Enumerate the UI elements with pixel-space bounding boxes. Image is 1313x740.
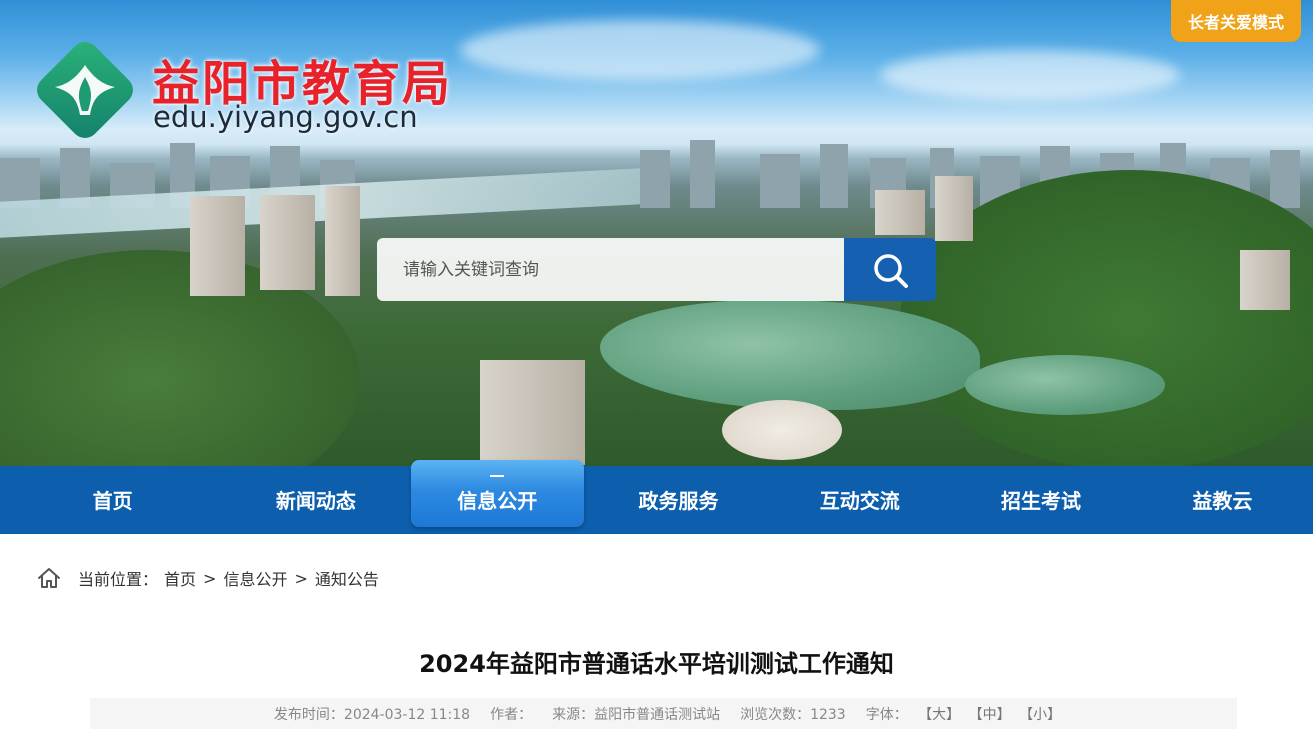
logo-emblem-icon[interactable] (30, 35, 140, 145)
breadcrumb-separator: > (294, 568, 308, 588)
search-input[interactable] (377, 238, 844, 301)
site-domain: edu.yiyang.gov.cn (153, 100, 418, 134)
breadcrumb-link-info-disclosure[interactable]: 信息公开 (223, 566, 287, 590)
plaza-image (722, 400, 842, 460)
article-title: 2024年益阳市普通话水平培训测试工作通知 (419, 650, 894, 678)
nav-item-enrollment[interactable]: 招生考试 (950, 466, 1131, 534)
font-size-small-button[interactable]: 【小】 (1019, 707, 1061, 723)
font-size-medium-button[interactable]: 【中】 (969, 707, 1011, 723)
home-icon[interactable] (36, 565, 62, 591)
font-size-large-button[interactable]: 【大】 (918, 707, 960, 723)
nav-item-gov-services[interactable]: 政务服务 (588, 466, 769, 534)
nav-item-label: 招生考试 (1001, 488, 1082, 513)
breadcrumb: 当前位置： 首页 > 信息公开 > 通知公告 (36, 564, 379, 592)
lake-image (600, 300, 980, 410)
nav-item-label: 信息公开 (457, 488, 538, 513)
nav-item-label: 益教云 (1192, 488, 1253, 513)
building-image (480, 360, 585, 465)
publish-time-value: 2024-03-12 11:18 (343, 706, 471, 723)
font-size-control: 字体： 【大】 【中】 【小】 (866, 704, 1063, 724)
nav-item-label: 首页 (92, 488, 133, 513)
font-size-label: 字体： (865, 706, 908, 723)
nav-item-edu-cloud[interactable]: 益教云 (1132, 466, 1313, 534)
publish-label: 发布时间： (273, 706, 344, 723)
publish-time: 发布时间：2024-03-12 11:18 (274, 704, 470, 724)
building-image (260, 195, 315, 290)
views-label: 浏览次数： (740, 706, 811, 723)
search-button[interactable] (844, 238, 936, 301)
views-value: 1233 (810, 706, 846, 723)
nav-item-label: 互动交流 (819, 488, 900, 513)
view-count: 浏览次数：1233 (740, 704, 846, 724)
header-banner: 益阳市教育局 edu.yiyang.gov.cn 长者关爱模式 (0, 0, 1313, 466)
nav-item-label: 政务服务 (638, 488, 719, 513)
breadcrumb-link-notices[interactable]: 通知公告 (315, 566, 379, 590)
care-mode-button[interactable]: 长者关爱模式 (1171, 0, 1301, 42)
breadcrumb-link-home[interactable]: 首页 (164, 566, 196, 590)
nav-item-news[interactable]: 新闻动态 (225, 466, 406, 534)
breadcrumb-prefix: 当前位置： (78, 570, 159, 589)
nav-item-interaction[interactable]: 互动交流 (769, 466, 950, 534)
author: 作者： (490, 704, 532, 724)
nav-item-label: 新闻动态 (275, 488, 356, 513)
building-image (325, 186, 360, 296)
main-nav: 首页 新闻动态 信息公开 政务服务 互动交流 招生考试 益教云 (0, 460, 1313, 534)
source: 来源：益阳市普通话测试站 (552, 704, 720, 724)
lake-image (965, 355, 1165, 415)
search-icon (874, 253, 908, 288)
source-value: 益阳市普通话测试站 (594, 706, 721, 723)
breadcrumb-separator: > (203, 568, 217, 588)
search-bar (377, 238, 936, 301)
building-image (875, 190, 925, 235)
author-label: 作者： (490, 706, 533, 723)
nav-item-home[interactable]: 首页 (0, 466, 225, 534)
building-image (935, 176, 973, 241)
building-image (190, 196, 245, 296)
source-label: 来源： (552, 706, 595, 723)
nav-item-info-disclosure[interactable]: 信息公开 (407, 460, 588, 534)
building-image (1240, 250, 1290, 310)
article-meta-bar: 发布时间：2024-03-12 11:18 作者： 来源：益阳市普通话测试站 浏… (90, 698, 1237, 729)
